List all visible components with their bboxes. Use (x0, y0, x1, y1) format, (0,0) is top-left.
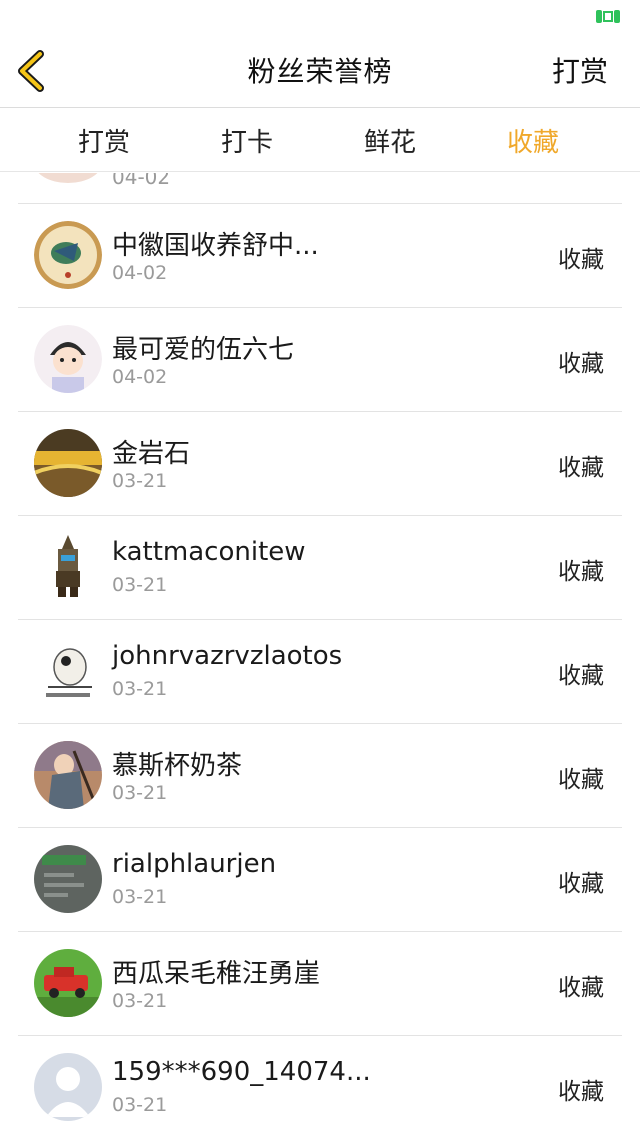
tab-reward[interactable]: 打赏 (54, 122, 154, 159)
reward-button[interactable]: 打赏 (552, 50, 608, 90)
item-date: 03-21 (112, 1094, 168, 1116)
item-action: 收藏 (558, 767, 604, 793)
list-item[interactable]: 04-02 (18, 173, 622, 204)
item-action: 收藏 (558, 1079, 604, 1105)
item-name: rialphlaurjen (112, 849, 277, 879)
battery-icon (596, 10, 620, 23)
item-action: 收藏 (558, 247, 604, 273)
item-action: 收藏 (558, 351, 604, 377)
tab-bar: 打赏 打卡 鲜花 收藏 (0, 108, 640, 172)
item-date: 03-21 (112, 886, 168, 908)
item-name: 金岩石 (112, 439, 191, 469)
item-name: 最可爱的伍六七 (112, 335, 295, 365)
item-action: 收藏 (558, 871, 604, 897)
item-action: 收藏 (558, 975, 604, 1001)
item-name: kattmaconitew (112, 537, 306, 567)
list-item[interactable]: 西瓜呆毛稚汪勇崖 03-21 收藏 (18, 932, 622, 1036)
item-date: 03-21 (112, 574, 168, 596)
nav-bar: 粉丝荣誉榜 打赏 (0, 34, 640, 108)
avatar (34, 173, 102, 183)
list-item[interactable]: kattmaconitew 03-21 收藏 (18, 516, 622, 620)
list-item[interactable]: rialphlaurjen 03-21 收藏 (18, 828, 622, 932)
list-item[interactable]: 159***690_14074... 03-21 收藏 (18, 1036, 622, 1139)
item-date: 04-02 (112, 366, 168, 388)
page-title: 粉丝荣誉榜 (247, 55, 393, 88)
item-action: 收藏 (558, 663, 604, 689)
item-name: 慕斯杯奶茶 (112, 751, 243, 781)
avatar (34, 533, 102, 601)
list-item[interactable]: 慕斯杯奶茶 03-21 收藏 (18, 724, 622, 828)
avatar (34, 221, 102, 289)
item-date: 03-21 (112, 990, 168, 1012)
list-item[interactable]: 中徽国收养舒中... 04-02 收藏 (18, 204, 622, 308)
fan-list[interactable]: 04-02 中徽国收养舒中... 04-02 收藏 最可爱的伍六七 04-02 … (0, 173, 640, 1139)
item-date: 04-02 (112, 262, 168, 284)
list-item[interactable]: johnrvazrvzlaotos 03-21 收藏 (18, 620, 622, 724)
item-date: 03-21 (112, 782, 168, 804)
item-action: 收藏 (558, 455, 604, 481)
status-bar (0, 0, 640, 34)
item-name: 中徽国收养舒中... (112, 231, 319, 261)
avatar (34, 429, 102, 497)
default-avatar-icon (34, 1053, 102, 1121)
tab-favorites[interactable]: 收藏 (483, 122, 583, 159)
item-name: 159***690_14074... (112, 1057, 371, 1087)
avatar (34, 325, 102, 393)
item-name: 西瓜呆毛稚汪勇崖 (112, 959, 321, 989)
list-item[interactable]: 金岩石 03-21 收藏 (18, 412, 622, 516)
item-date: 03-21 (112, 678, 168, 700)
tab-checkin[interactable]: 打卡 (197, 122, 297, 159)
item-action: 收藏 (558, 559, 604, 585)
tab-flowers[interactable]: 鲜花 (340, 122, 440, 159)
avatar (34, 741, 102, 809)
avatar (34, 845, 102, 913)
item-name: johnrvazrvzlaotos (112, 641, 343, 671)
list-item[interactable]: 最可爱的伍六七 04-02 收藏 (18, 308, 622, 412)
avatar (34, 949, 102, 1017)
avatar (34, 637, 102, 705)
item-date: 03-21 (112, 470, 168, 492)
item-date: 04-02 (112, 173, 171, 189)
